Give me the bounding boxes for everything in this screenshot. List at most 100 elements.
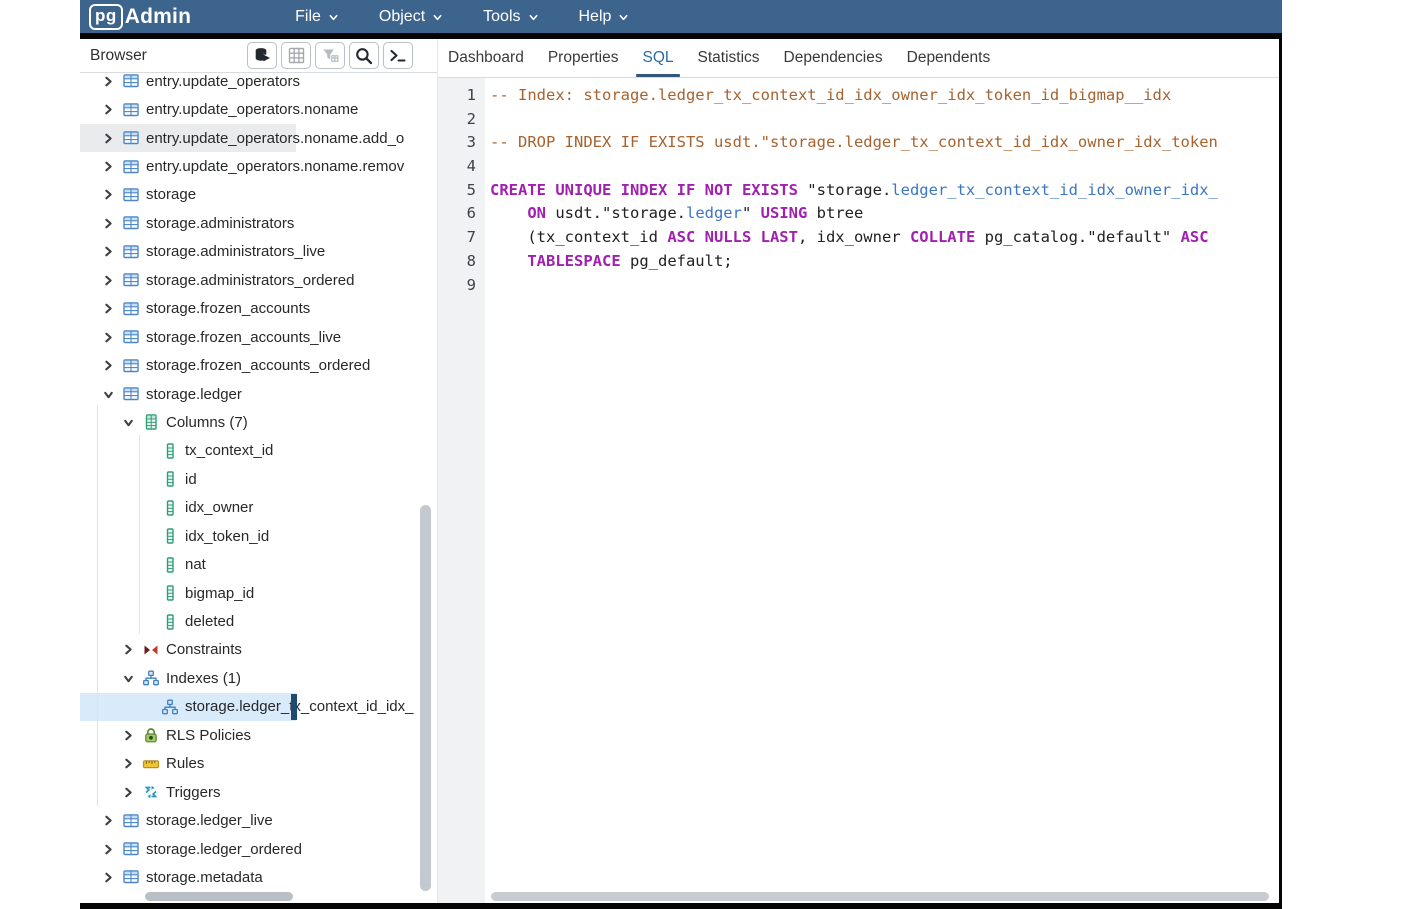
tree-item-triggers[interactable]: Triggers [80,778,437,806]
tab-dependencies[interactable]: Dependencies [778,39,889,77]
chevron-right-icon[interactable] [100,102,116,118]
menu-label: File [295,7,321,25]
line-number: 1 [466,86,476,104]
tree-item-deleted[interactable]: deleted [80,607,437,635]
menu-items: File Object Tools Help [295,8,629,26]
chevron-right-icon[interactable] [100,329,116,345]
tab-dependents[interactable]: Dependents [901,39,997,77]
columns-icon [142,413,160,431]
chevron-right-icon[interactable] [120,784,136,800]
chevron-right-icon[interactable] [120,756,136,772]
chevron-right-icon[interactable] [100,301,116,317]
tree-item-entry-update-operators-noname-remov[interactable]: entry.update_operators.noname.remov [80,152,437,180]
chevron-right-icon[interactable] [100,358,116,374]
chevron-right-icon[interactable] [100,73,116,89]
detail-tab-bar: Dashboard Properties SQL Statistics Dependen… [438,39,1279,78]
tree-item-storage-ledger-tx-context-id-idx[interactable]: storage.ledger_tx_context_id_idx_ [80,692,437,722]
tree-item-idx-token-id[interactable]: idx_token_id [80,522,437,550]
tree-item-entry-update-operators-noname[interactable]: entry.update_operators.noname [80,95,437,123]
chevron-right-icon[interactable] [100,841,116,857]
code-line: -- Index: storage.ledger_tx_context_id_i… [490,86,1172,104]
tree-item-columns-7[interactable]: Columns (7) [80,408,437,436]
database-icon [253,46,272,65]
menu-label: Help [578,7,612,25]
toolbar-button-search[interactable] [349,42,379,69]
tree-item-label: storage.frozen_accounts_live [146,328,342,346]
tree-item-label: Indexes (1) [166,669,242,687]
table-icon [122,357,140,375]
chevron-down-icon[interactable] [120,414,136,430]
tree-item-rules[interactable]: Rules [80,750,437,778]
menu-object[interactable]: Object [379,8,443,26]
tree-item-storage-frozen-accounts-live[interactable]: storage.frozen_accounts_live [80,323,437,351]
tree-item-label: tx_context_id [185,442,274,460]
tab-dashboard[interactable]: Dashboard [442,39,530,77]
code-line: ON usdt."storage.ledger" USING btree [527,204,864,223]
tree-item-storage-frozen-accounts-ordered[interactable]: storage.frozen_accounts_ordered [80,351,437,379]
tree-item-label: deleted [185,613,235,631]
chevron-right-icon[interactable] [120,642,136,658]
ruler-icon [142,755,160,773]
tree-item-rls-policies[interactable]: RLS Policies [80,721,437,749]
tree-vertical-scrollbar[interactable] [420,505,433,891]
tree-item-idx-owner[interactable]: idx_owner [80,494,437,522]
chevron-down-icon[interactable] [100,386,116,402]
sql-code-area[interactable]: -- Index: storage.ledger_tx_context_id_i… [485,78,1279,903]
chevron-right-icon[interactable] [100,159,116,175]
chevron-right-icon[interactable] [100,187,116,203]
object-explorer-tree: entry.update_operators entry.update_opera… [80,73,437,903]
tree-item-nat[interactable]: nat [80,550,437,578]
tree-item-storage-ledger[interactable]: storage.ledger [80,380,437,408]
tree-item-storage[interactable]: storage [80,181,437,209]
toolbar-button-terminal[interactable] [383,42,413,69]
chevron-right-icon[interactable] [100,244,116,260]
tree-item-entry-update-operators-noname-add-o[interactable]: entry.update_operators.noname.add_o [80,123,437,153]
menu-tools[interactable]: Tools [483,8,538,26]
menu-file[interactable]: File [295,8,339,26]
tree-item-label: storage.frozen_accounts_ordered [146,357,371,375]
tree-item-constraints[interactable]: Constraints [80,636,437,664]
chevron-right-icon[interactable] [100,215,116,231]
chevron-right-icon[interactable] [100,272,116,288]
tree-item-tx-context-id[interactable]: tx_context_id [80,437,437,465]
tree-item-storage-administrators-live[interactable]: storage.administrators_live [80,238,437,266]
tree-item-indexes-1[interactable]: Indexes (1) [80,664,437,692]
tab-properties[interactable]: Properties [542,39,625,77]
menu-help[interactable]: Help [579,8,630,26]
table-icon [122,129,140,147]
tree-item-storage-metadata[interactable]: storage.metadata [80,863,437,891]
table-icon [122,271,140,289]
chevron-down-icon[interactable] [120,670,136,686]
column-icon [161,584,179,602]
tab-statistics[interactable]: Statistics [692,39,766,77]
tree-vertical-scrollbar-thumb[interactable] [420,505,431,891]
tree-item-entry-update-operators[interactable]: entry.update_operators [80,73,437,95]
pgadmin-window: pg Admin File Object Tools Help Browser ent… [80,0,1282,909]
line-number-gutter: 1 2 3 4 5 6 7 8 9 [438,78,485,903]
chevron-right-icon[interactable] [120,727,136,743]
tree-horizontal-scrollbar-thumb[interactable] [145,892,293,901]
table-icon [122,101,140,119]
tree-item-storage-administrators[interactable]: storage.administrators [80,209,437,237]
chevron-down-icon [529,14,537,21]
index-icon [161,698,179,716]
column-icon [161,470,179,488]
tree-item-storage-ledger-live[interactable]: storage.ledger_live [80,806,437,834]
tree-item-storage-ledger-ordered[interactable]: storage.ledger_ordered [80,835,437,863]
chevron-right-icon[interactable] [100,130,116,146]
toolbar-button-filter[interactable] [315,42,345,69]
tree-item-label: Columns (7) [166,413,248,431]
toolbar-button-table-grid[interactable] [281,42,311,69]
editor-horizontal-scrollbar-thumb[interactable] [491,892,1269,901]
toolbar-button-database[interactable] [247,42,277,69]
table-icon [122,868,140,886]
tab-sql[interactable]: SQL [636,39,680,77]
chevron-right-icon[interactable] [100,813,116,829]
line-number: 3 [466,133,476,152]
tree-item-id[interactable]: id [80,465,437,493]
chevron-right-icon[interactable] [100,869,116,885]
tree-item-storage-administrators-ordered[interactable]: storage.administrators_ordered [80,266,437,294]
tree-item-bigmap-id[interactable]: bigmap_id [80,579,437,607]
tree-item-storage-frozen-accounts[interactable]: storage.frozen_accounts [80,295,437,323]
column-icon [161,527,179,545]
